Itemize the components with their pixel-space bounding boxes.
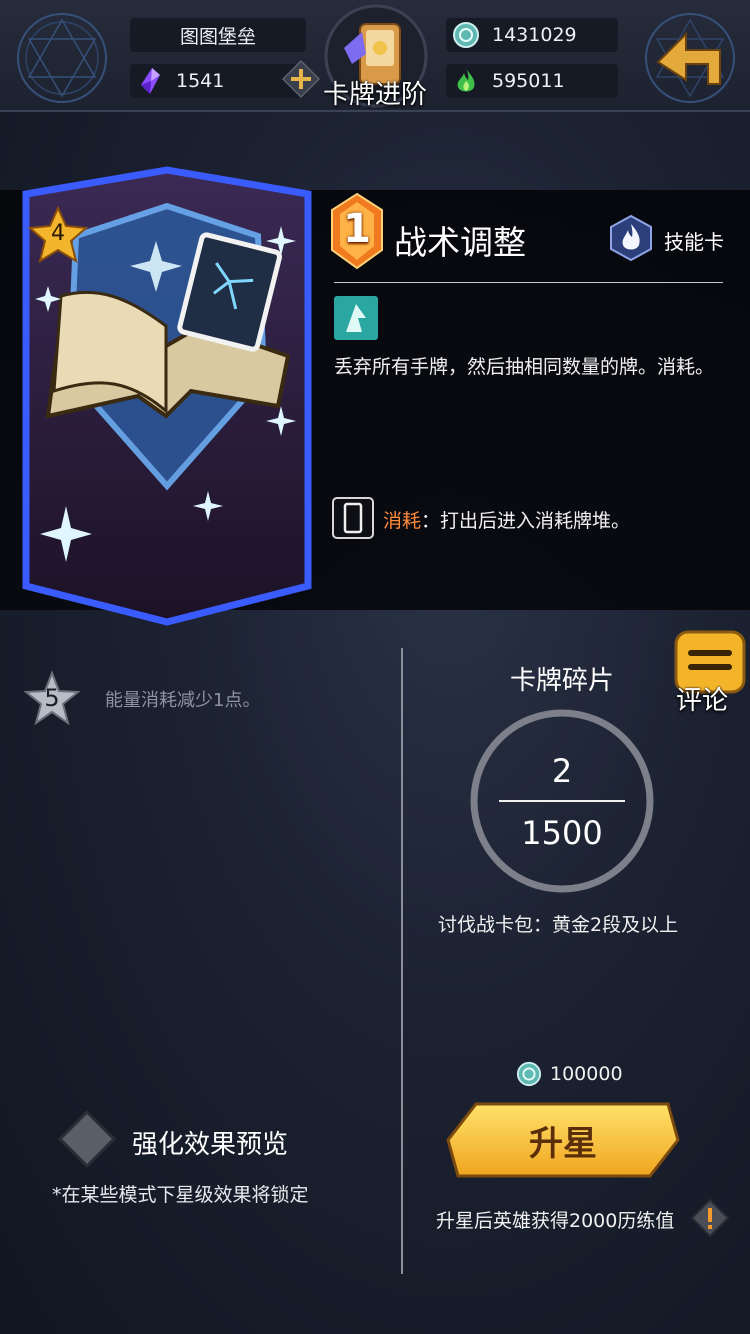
purple-crystal-icon	[141, 68, 160, 94]
upgrade-star-label[interactable]: 升星	[446, 1116, 680, 1165]
star-lock-note: *在某些模式下星级效果将锁定	[52, 1184, 309, 1206]
panel-divider	[401, 648, 403, 1274]
energy-cost: 1	[343, 206, 371, 252]
next-star-effect: 能量消耗减少1点。	[105, 690, 261, 711]
card-type-label: 技能卡	[664, 230, 724, 254]
fragments-required: 1500	[521, 814, 603, 852]
top-bar: 图图堡垒 1541 卡牌进阶 1431029 595011	[0, 0, 750, 112]
upgrade-cost: 100000	[516, 1060, 623, 1088]
fragments-title: 卡牌碎片	[509, 666, 614, 696]
info-warning-icon[interactable]	[690, 1198, 730, 1238]
skill-play-icon	[334, 296, 378, 340]
effect-preview-toggle[interactable]	[58, 1110, 116, 1168]
player-name-pill: 图图堡垒	[130, 18, 306, 52]
rune-circle-icon	[17, 13, 107, 103]
upgrade-cost-value: 100000	[550, 1063, 623, 1085]
back-button[interactable]	[640, 8, 740, 108]
player-name: 图图堡垒	[179, 25, 256, 48]
card-star-level: 4	[51, 221, 65, 246]
teal-coin-icon	[453, 22, 479, 48]
gem-counter: 1541	[130, 64, 306, 98]
effect-preview-label[interactable]: 强化效果预览	[132, 1124, 288, 1161]
card-artwork: 4	[22, 166, 312, 626]
upgrade-reward-note: 升星后英雄获得2000历练值	[436, 1210, 675, 1232]
wood-count: 595011	[492, 70, 565, 92]
exhaust-card-icon	[332, 497, 374, 539]
skill-card-flame-icon	[610, 214, 652, 262]
coin-count: 1431029	[492, 24, 577, 46]
wood-counter: 595011	[446, 64, 618, 98]
card-description: 丢弃所有手牌，然后抽相同数量的牌。消耗。	[334, 356, 715, 378]
fragments-ring	[470, 709, 654, 893]
page-title: 卡牌进阶	[322, 80, 427, 110]
comment-label[interactable]: 评论	[676, 680, 728, 717]
fragments-owned: 2	[551, 752, 573, 790]
keyword-line: 消耗：打出后进入消耗牌堆。	[383, 506, 630, 533]
keyword-exhaust: 消耗	[383, 510, 422, 532]
teal-coin-icon	[516, 1061, 542, 1087]
card-name: 战术调整	[394, 223, 526, 262]
keyword-description: ：打出后进入消耗牌堆。	[421, 510, 631, 532]
green-flame-icon	[457, 69, 475, 92]
coin-counter: 1431029	[446, 18, 618, 52]
gem-count: 1541	[176, 70, 225, 92]
fragments-source: 讨伐战卡包：黄金2段及以上	[438, 914, 679, 936]
title-divider	[334, 282, 723, 283]
next-star-level: 5	[44, 684, 60, 712]
